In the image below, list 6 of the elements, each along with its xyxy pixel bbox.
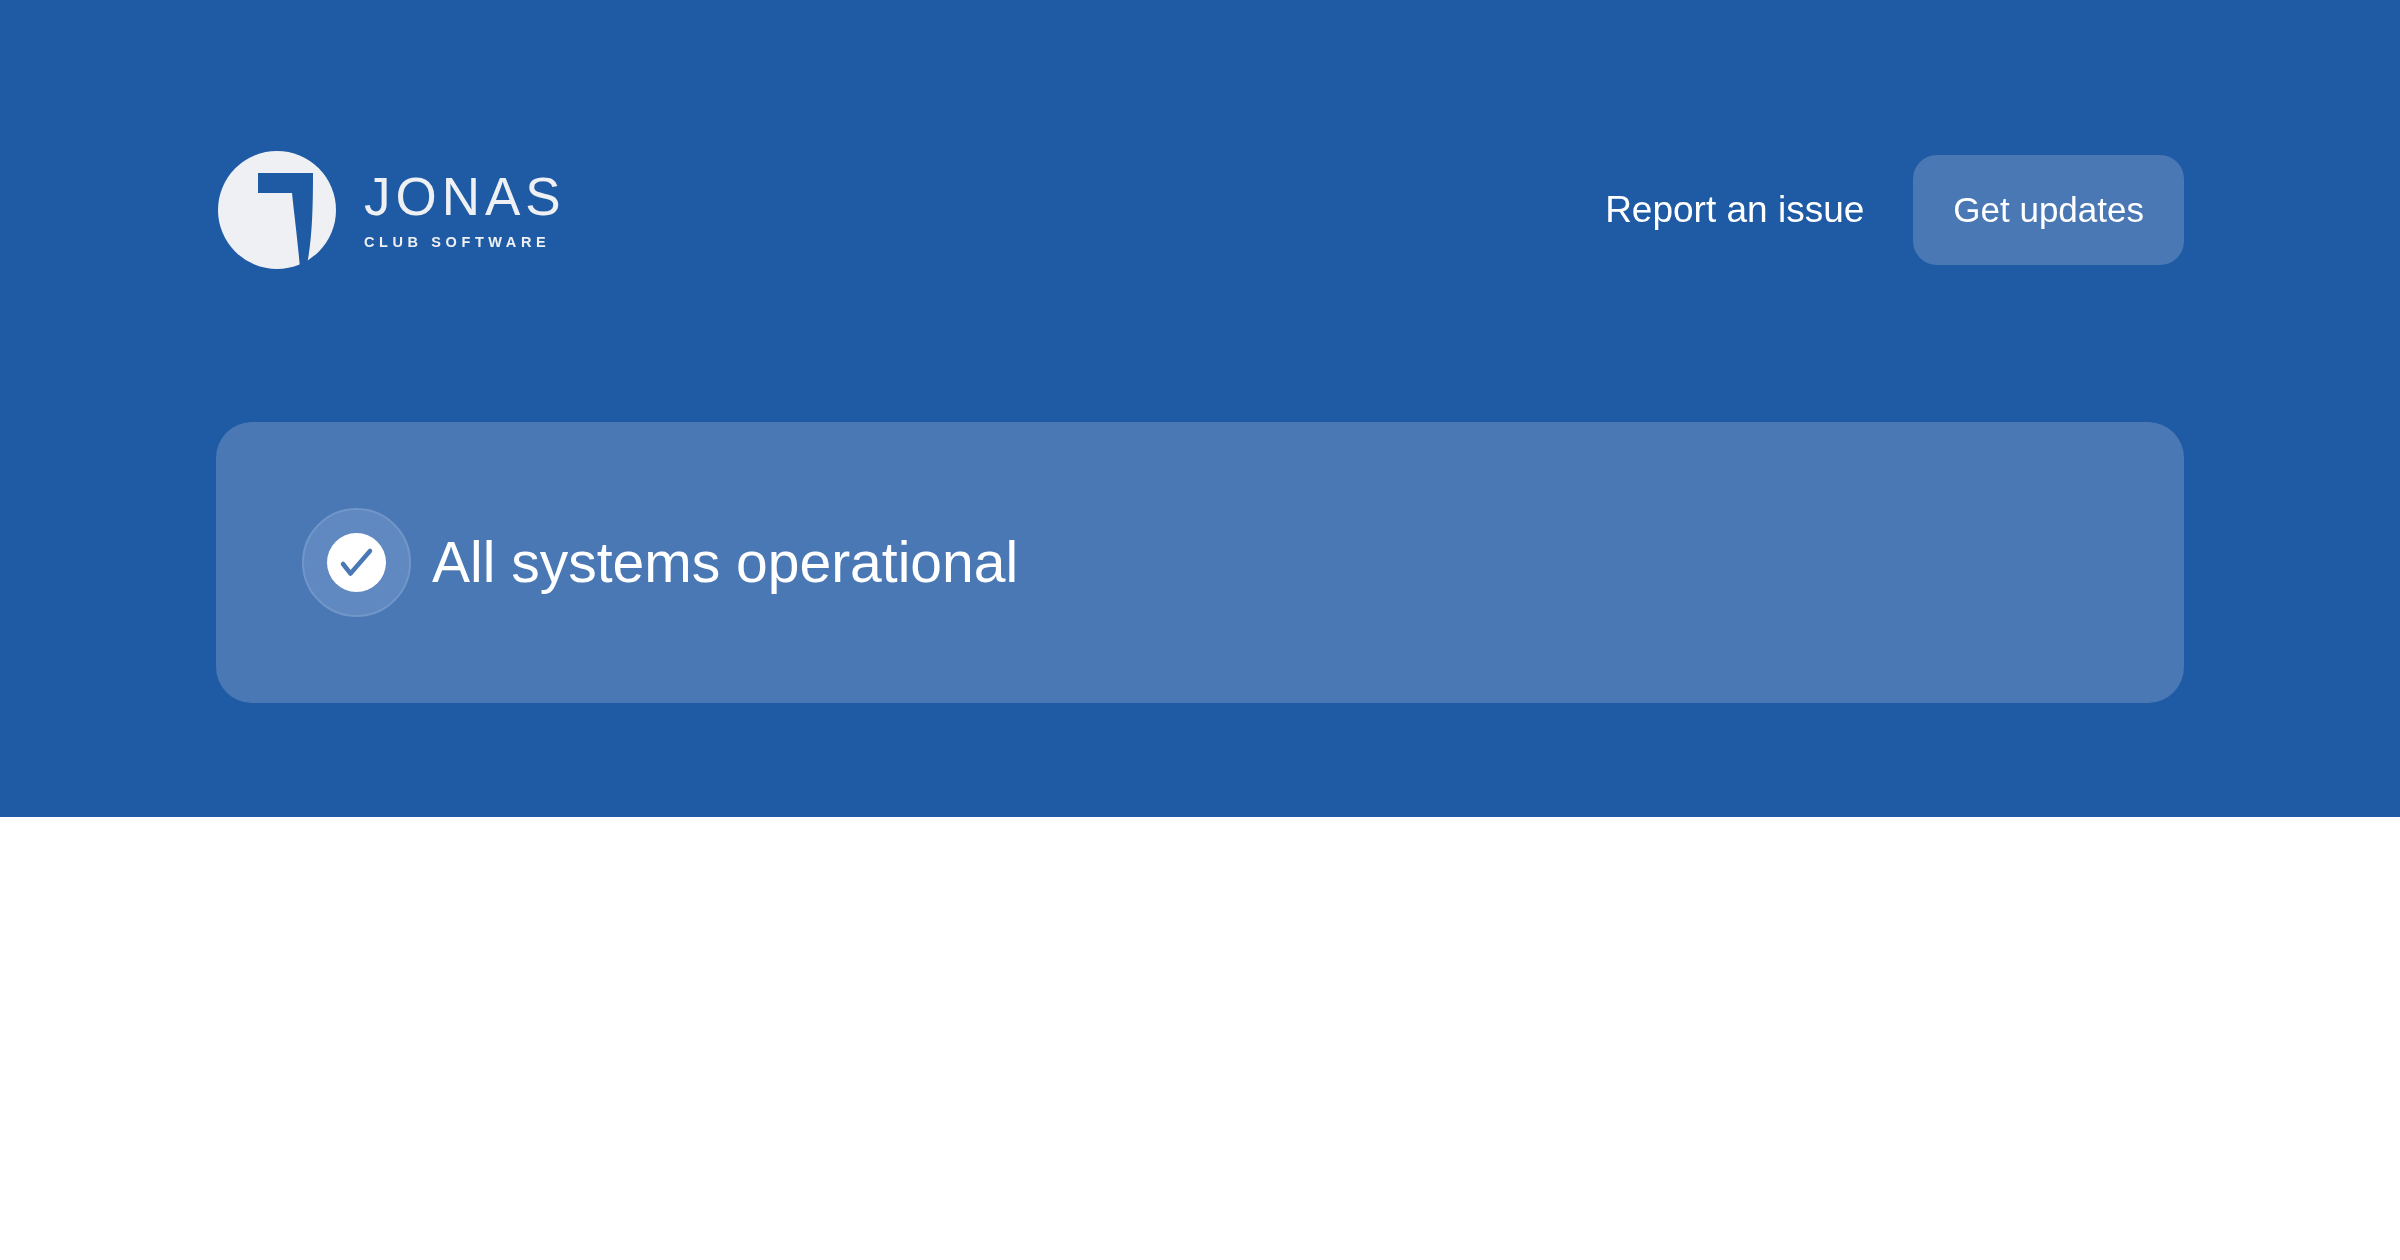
brand-name: JONAS bbox=[364, 170, 566, 224]
brand-tagline: CLUB SOFTWARE bbox=[364, 235, 551, 250]
logo-icon bbox=[216, 151, 338, 269]
status-text: All systems operational bbox=[432, 529, 1019, 597]
nav-link[interactable]: Report an issue bbox=[1605, 189, 1865, 231]
nav-button[interactable]: Get updates bbox=[1913, 155, 2184, 265]
